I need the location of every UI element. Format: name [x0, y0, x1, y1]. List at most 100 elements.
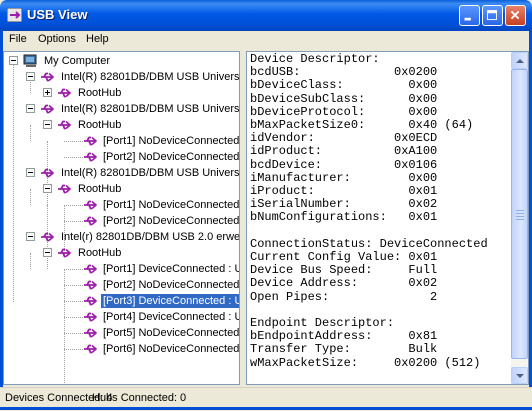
tree-node-label: [Port2] NoDeviceConnected — [103, 215, 240, 227]
tree-node-label: RootHub — [78, 247, 122, 259]
tree-connector-line — [64, 333, 83, 334]
collapse-toggle-icon[interactable] — [9, 56, 18, 65]
usb-icon — [83, 342, 99, 356]
tree-node-label: RootHub — [78, 183, 122, 195]
tree-node-label: My Computer — [44, 55, 111, 67]
usb-icon — [83, 326, 99, 340]
tree-node-label: RootHub — [78, 119, 122, 131]
menu-help[interactable]: Help — [86, 33, 109, 45]
tree-connector-line — [64, 317, 83, 318]
tree-connector-line — [64, 269, 83, 270]
collapse-toggle-icon[interactable] — [43, 184, 52, 193]
grip-line — [516, 219, 524, 220]
device-details-pane[interactable]: Device Descriptor: bcdUSB: 0x0200 bDevic… — [246, 51, 529, 385]
details-vertical-scrollbar[interactable] — [511, 52, 528, 384]
tree-node-label: [Port2] NoDeviceConnected — [103, 151, 240, 163]
collapse-toggle-icon[interactable] — [43, 120, 52, 129]
tree-connector-line — [64, 141, 83, 142]
tree-node[interactable]: [Port2] NoDeviceConnected — [4, 213, 240, 229]
tree-node-label: RootHub — [78, 87, 122, 99]
scroll-up-button[interactable] — [511, 52, 528, 69]
collapse-toggle-icon[interactable] — [43, 248, 52, 257]
usb-icon — [83, 294, 99, 308]
usb-icon — [57, 118, 73, 132]
tree-node-label: Intel(R) 82801DB/DBM USB Universal Host … — [61, 103, 240, 115]
tree-connector-line — [64, 301, 83, 302]
scroll-down-arrow-icon — [516, 374, 524, 378]
expand-toggle-icon[interactable] — [43, 88, 52, 97]
scroll-down-button[interactable] — [511, 367, 528, 384]
title-bar[interactable]: USB View — [0, 0, 532, 31]
tree-node[interactable]: [Port1] NoDeviceConnected — [4, 133, 240, 149]
device-tree-pane[interactable]: My Computer Intel(R) 82801DB/DBM USB Univ… — [3, 51, 240, 385]
collapse-toggle-icon[interactable] — [26, 72, 35, 81]
usb-icon — [83, 310, 99, 324]
usb-icon — [83, 198, 99, 212]
tree-node-label: [Port5] NoDeviceConnected — [103, 327, 240, 339]
menu-bar: File Options Help — [3, 31, 529, 49]
usb-icon — [83, 134, 99, 148]
tree-node[interactable]: Intel(R) 82801DB/DBM USB Universal Host … — [4, 101, 240, 117]
scroll-thumb[interactable] — [511, 69, 528, 359]
tree-node[interactable]: Intel(R) 82801DB/DBM USB Universal Host … — [4, 165, 240, 181]
tree-node[interactable]: RootHub — [4, 245, 239, 261]
grip-line — [516, 216, 524, 217]
grip-line — [516, 213, 524, 214]
collapse-toggle-icon[interactable] — [26, 232, 35, 241]
usb-icon — [40, 166, 56, 180]
tree-connector-line — [64, 285, 83, 286]
usb-icon — [57, 246, 73, 260]
tree-node[interactable]: Intel(R) 82801DB/DBM USB Universal Host … — [4, 69, 240, 85]
usb-icon — [40, 102, 56, 116]
tree-node[interactable]: RootHub — [4, 117, 239, 133]
grip-line — [516, 210, 524, 211]
hubs-connected-status: Hubs Connected: 0 — [92, 392, 187, 404]
usb-icon — [57, 86, 73, 100]
usb-icon — [83, 150, 99, 164]
usb-icon — [83, 214, 99, 228]
tree-node-label: Intel(R) 82801DB/DBM USB Universal Host … — [61, 71, 240, 83]
device-descriptor-text: Device Descriptor: bcdUSB: 0x0200 bDevic… — [250, 52, 488, 370]
maximize-button[interactable] — [482, 5, 503, 26]
tree-connector-line — [64, 221, 83, 222]
tree-node-label: [Port2] NoDeviceConnected — [103, 279, 240, 291]
menu-file[interactable]: File — [9, 33, 27, 45]
tree-node[interactable]: My Computer — [4, 53, 239, 69]
menu-options[interactable]: Options — [38, 33, 76, 45]
collapse-toggle-icon[interactable] — [26, 104, 35, 113]
tree-node-label: Intel(R) 82801DB/DBM USB Universal Host … — [61, 167, 240, 179]
tree-node[interactable]: [Port2] NoDeviceConnected — [4, 277, 240, 293]
tree-node-label: Intel(r) 82801DB/DBM USB 2.0 erweiterter… — [61, 231, 240, 243]
tree-node-label: [Port1] NoDeviceConnected — [103, 135, 240, 147]
minimize-icon — [464, 17, 471, 21]
tree-node[interactable]: [Port6] NoDeviceConnected — [4, 341, 240, 357]
maximize-icon — [487, 10, 498, 21]
scroll-up-arrow-icon — [516, 59, 524, 63]
tree-node[interactable]: [Port2] NoDeviceConnected — [4, 149, 240, 165]
usb-icon — [83, 262, 99, 276]
minimize-button[interactable] — [459, 5, 480, 26]
tree-node[interactable]: [Port1] DeviceConnected : USB-Massenspei… — [4, 261, 239, 277]
usb-icon — [83, 278, 99, 292]
tree-node-label: [Port6] NoDeviceConnected — [103, 343, 240, 355]
tree-node-label: [Port1] DeviceConnected : USB-Massenspei… — [103, 263, 239, 275]
tree-connector-line — [64, 157, 83, 158]
tree-connector-line — [64, 349, 83, 350]
tree-node[interactable]: RootHub — [4, 85, 239, 101]
usb-icon — [40, 230, 56, 244]
tree-node[interactable]: [Port4] DeviceConnected : USB-Massenspei… — [4, 309, 239, 325]
tree-node[interactable]: [Port3] DeviceConnected : USB-Verbundger… — [4, 293, 239, 309]
tree-node-label: [Port3] DeviceConnected : USB-Verbundger… — [100, 293, 239, 309]
tree-node-label: [Port4] DeviceConnected : USB-Massenspei… — [103, 311, 239, 323]
usb-icon — [57, 182, 73, 196]
usb-view-app-icon — [7, 8, 22, 22]
tree-node[interactable]: Intel(r) 82801DB/DBM USB 2.0 erweiterter… — [4, 229, 240, 245]
tree-connector-line — [64, 205, 83, 206]
close-icon — [510, 10, 520, 20]
tree-node-label: [Port1] NoDeviceConnected — [103, 199, 240, 211]
tree-node[interactable]: RootHub — [4, 181, 239, 197]
close-button[interactable] — [505, 5, 526, 26]
collapse-toggle-icon[interactable] — [26, 168, 35, 177]
tree-node[interactable]: [Port1] NoDeviceConnected — [4, 197, 240, 213]
tree-node[interactable]: [Port5] NoDeviceConnected — [4, 325, 240, 341]
